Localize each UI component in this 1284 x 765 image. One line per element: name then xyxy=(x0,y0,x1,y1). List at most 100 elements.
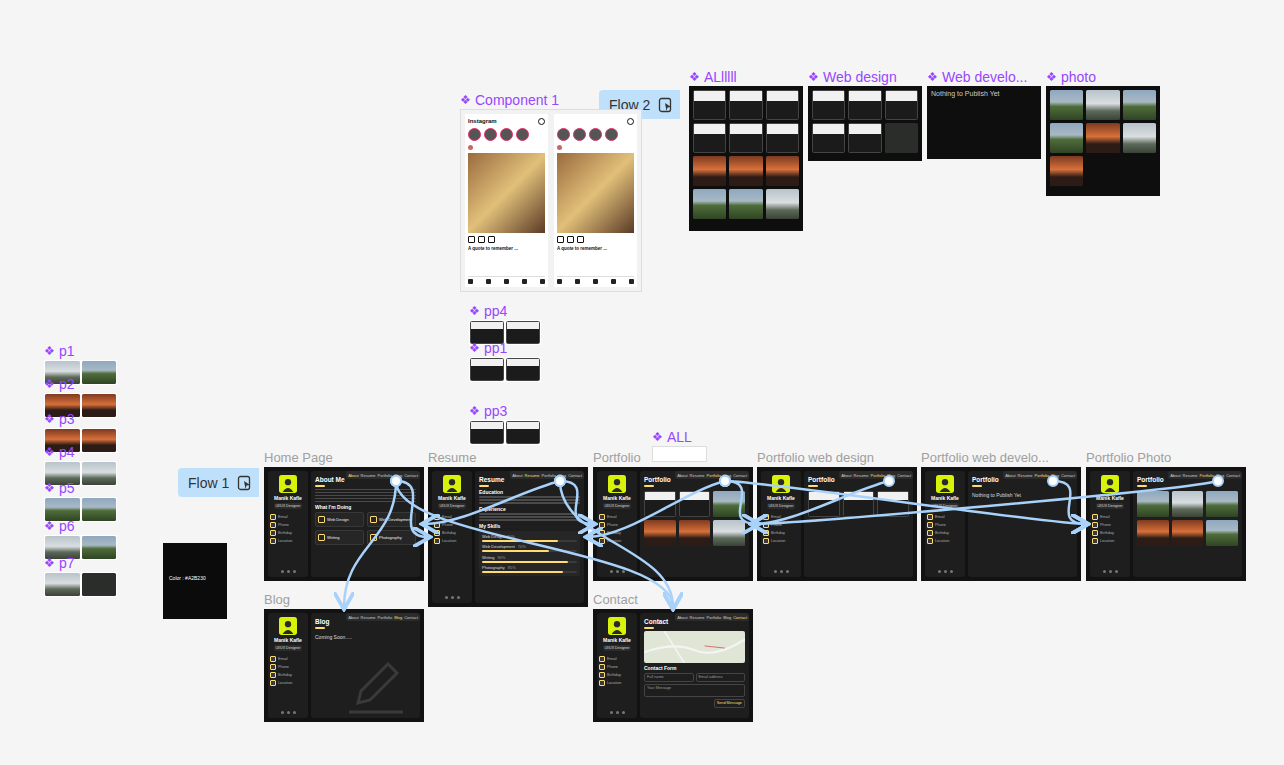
action-icon[interactable] xyxy=(577,236,584,243)
frame[interactable]: Portfolio web develo...Manik KafleUI/UX … xyxy=(921,451,1081,581)
page-frame[interactable]: Manik KafleUI/UX DesignerEmailPhoneBirth… xyxy=(264,467,424,581)
social-icon[interactable] xyxy=(457,596,460,599)
component-frame[interactable] xyxy=(469,357,541,382)
nav-tab[interactable]: Portfolio xyxy=(707,615,722,620)
connection[interactable] xyxy=(391,476,428,537)
tab-icon[interactable] xyxy=(557,279,562,284)
thumbnail[interactable] xyxy=(82,498,117,521)
story-avatar[interactable] xyxy=(516,128,529,141)
thumbnail[interactable] xyxy=(506,421,540,444)
social-icon[interactable] xyxy=(451,596,454,599)
component[interactable]: ❖pp4 xyxy=(469,304,541,345)
social-icon[interactable] xyxy=(774,570,777,573)
nav-tab[interactable]: Resume xyxy=(690,473,705,478)
component[interactable]: ❖p2 xyxy=(44,377,117,418)
component-frame[interactable]: InstagramA quote to remember ...A quote … xyxy=(460,109,642,292)
nav-tab[interactable]: Resume xyxy=(1018,473,1033,478)
connection[interactable] xyxy=(391,476,673,607)
thumbnail[interactable] xyxy=(1086,123,1119,153)
connection[interactable] xyxy=(720,476,1086,524)
nav-tab[interactable]: Contact xyxy=(733,615,747,620)
tab-icon[interactable] xyxy=(486,279,491,284)
page-frame[interactable]: Manik KafleUI/UX DesignerEmailPhoneBirth… xyxy=(428,467,588,607)
component[interactable]: Color : #A2B230 xyxy=(163,543,227,619)
page-frame[interactable]: Manik KafleUI/UX DesignerEmailPhoneBirth… xyxy=(264,609,424,722)
social-icon[interactable] xyxy=(950,570,953,573)
nav-tab[interactable]: Blog xyxy=(887,473,895,478)
tab-icon[interactable] xyxy=(468,279,473,284)
nav-tab[interactable]: Blog xyxy=(394,615,402,620)
nav-tab[interactable]: Portfolio xyxy=(1200,473,1215,478)
thumbnail[interactable] xyxy=(693,123,726,153)
social-icon[interactable] xyxy=(610,711,613,714)
nav-tab[interactable]: Blog xyxy=(1051,473,1059,478)
connection[interactable] xyxy=(588,476,730,537)
social-icon[interactable] xyxy=(944,570,947,573)
flow-badge[interactable]: Flow 1 xyxy=(178,468,259,497)
thumbnail[interactable] xyxy=(1123,90,1156,120)
project-thumbnail[interactable] xyxy=(808,491,840,517)
nav-tab[interactable]: Portfolio xyxy=(378,615,393,620)
project-thumbnail[interactable] xyxy=(1206,520,1238,546)
action-icon[interactable] xyxy=(488,236,495,243)
nav-tab[interactable]: Blog xyxy=(1216,473,1224,478)
component-frame[interactable] xyxy=(1046,86,1160,196)
social-icon[interactable] xyxy=(293,711,296,714)
thumbnail[interactable] xyxy=(693,189,726,219)
nav-tab[interactable]: Resume xyxy=(361,615,376,620)
thumbnail[interactable] xyxy=(82,573,117,596)
component[interactable]: ❖Component 1InstagramA quote to remember… xyxy=(460,93,642,292)
story-avatar[interactable] xyxy=(605,128,618,141)
project-thumbnail[interactable] xyxy=(679,491,711,517)
action-icon[interactable] xyxy=(567,236,574,243)
thumbnail[interactable] xyxy=(729,123,762,153)
component-frame[interactable]: Nothing to Publish Yet xyxy=(927,86,1041,159)
connection[interactable] xyxy=(344,476,401,607)
thumbnail[interactable] xyxy=(729,189,762,219)
thumbnail[interactable] xyxy=(470,421,504,444)
frame[interactable]: ResumeManik KafleUI/UX DesignerEmailPhon… xyxy=(428,451,588,607)
nav-tab[interactable]: Resume xyxy=(361,473,376,478)
component[interactable]: ❖pp1 xyxy=(469,341,541,382)
form-field[interactable]: Full name xyxy=(644,673,694,682)
design-canvas[interactable]: Flow 1Flow 2Home PageManik KafleUI/UX De… xyxy=(0,0,1284,765)
nav-tab[interactable]: Contact xyxy=(1061,473,1075,478)
form-field[interactable]: Email address xyxy=(696,673,746,682)
thumbnail[interactable] xyxy=(766,156,799,186)
component-frame[interactable] xyxy=(808,86,922,161)
nav-tab[interactable]: About xyxy=(348,473,358,478)
nav-tab[interactable]: Portfolio xyxy=(378,473,393,478)
thumbnail[interactable] xyxy=(1086,90,1119,120)
social-icon[interactable] xyxy=(287,711,290,714)
heart-icon[interactable] xyxy=(627,118,634,125)
thumbnail[interactable] xyxy=(885,90,918,120)
tab-icon[interactable] xyxy=(540,279,545,284)
social-icon[interactable] xyxy=(281,570,284,573)
project-thumbnail[interactable] xyxy=(1137,520,1169,546)
connection[interactable] xyxy=(753,476,894,524)
nav-tab[interactable]: Resume xyxy=(525,473,540,478)
page-frame[interactable]: Manik KafleUI/UX DesignerEmailPhoneBirth… xyxy=(593,609,753,722)
social-icon[interactable] xyxy=(445,596,448,599)
nav-tab[interactable]: About xyxy=(677,615,687,620)
project-thumbnail[interactable] xyxy=(679,520,711,546)
thumbnail[interactable] xyxy=(506,321,540,344)
thumbnail[interactable] xyxy=(729,90,762,120)
nav-tab[interactable]: Blog xyxy=(558,473,566,478)
project-thumbnail[interactable] xyxy=(877,491,909,517)
tab-icon[interactable] xyxy=(575,279,580,284)
thumbnail[interactable] xyxy=(729,156,762,186)
component[interactable]: ❖pp3 xyxy=(469,404,541,445)
nav-tab[interactable]: Portfolio xyxy=(707,473,722,478)
nav-tab[interactable]: Portfolio xyxy=(542,473,557,478)
component[interactable]: ❖Web design xyxy=(808,70,922,161)
component[interactable]: ❖p7 xyxy=(44,556,117,597)
project-thumbnail[interactable] xyxy=(843,491,875,517)
tab-icon[interactable] xyxy=(522,279,527,284)
tab-icon[interactable] xyxy=(504,279,509,284)
nav-tab[interactable]: Contact xyxy=(404,615,418,620)
thumbnail[interactable] xyxy=(82,361,117,384)
project-thumbnail[interactable] xyxy=(713,491,745,517)
nav-tab[interactable]: About xyxy=(841,473,851,478)
tab-icon[interactable] xyxy=(629,279,634,284)
